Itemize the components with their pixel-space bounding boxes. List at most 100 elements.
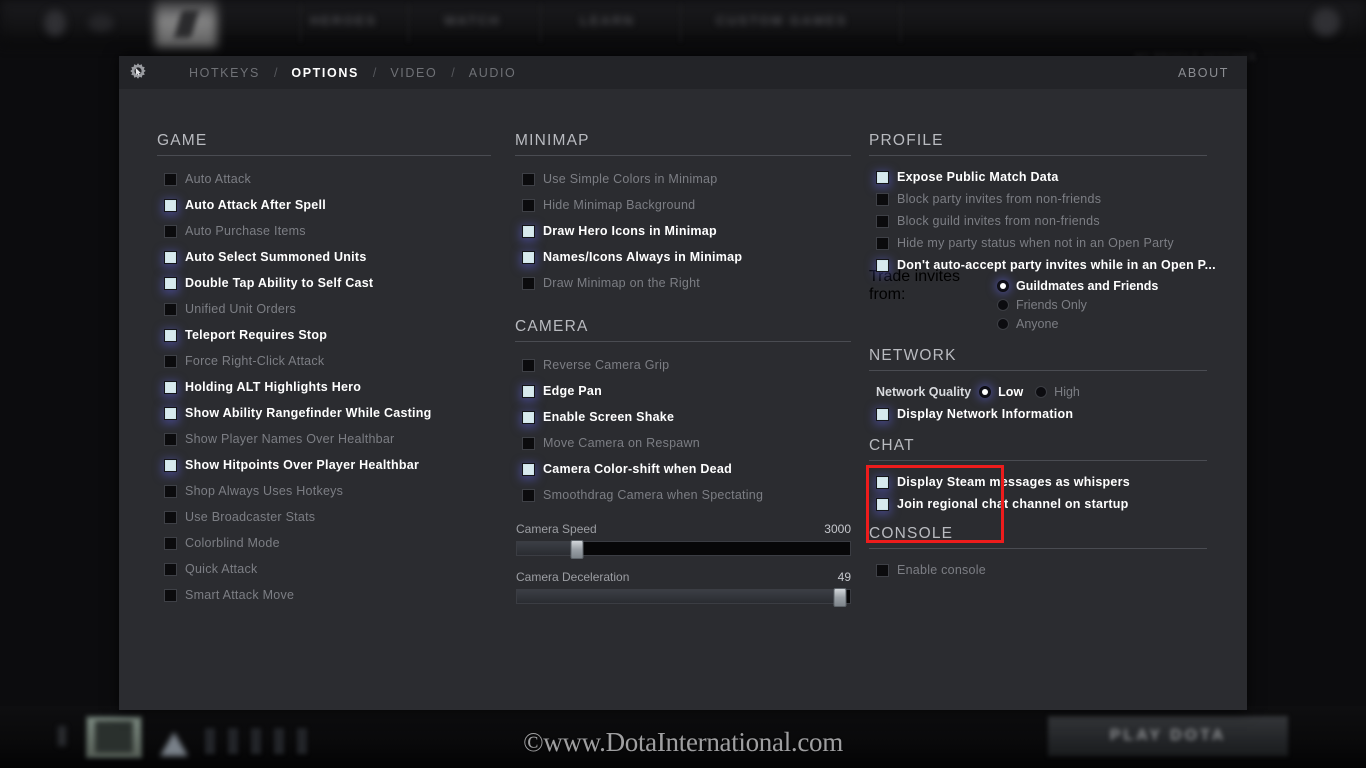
checkbox-hide-minimap-background[interactable]: Hide Minimap Background <box>515 192 851 218</box>
checkbox-use-broadcaster-stats[interactable]: Use Broadcaster Stats <box>157 504 491 530</box>
background-nav-custom-games[interactable]: CUSTOM GAMES <box>716 13 847 29</box>
checkbox-double-tap-self-cast[interactable]: Double Tap Ability to Self Cast <box>157 270 491 296</box>
radio-network-quality-high[interactable]: High <box>1035 385 1080 399</box>
tab-audio[interactable]: AUDIO <box>455 66 531 80</box>
checkbox-auto-attack-after-spell[interactable]: Auto Attack After Spell <box>157 192 491 218</box>
checkbox-display-steam-messages-as-whispers[interactable]: Display Steam messages as whispers <box>869 471 1207 493</box>
checkbox-shop-always-uses-hotkeys[interactable]: Shop Always Uses Hotkeys <box>157 478 491 504</box>
section-divider <box>515 155 851 156</box>
checkbox-box <box>164 380 177 394</box>
checkbox-label: Auto Select Summoned Units <box>185 250 367 264</box>
game-section-title: GAME <box>157 132 208 149</box>
checkbox-label: Use Broadcaster Stats <box>185 510 316 524</box>
checkbox-box <box>164 172 177 186</box>
slider-value: 49 <box>837 570 851 584</box>
checkbox-quick-attack[interactable]: Quick Attack <box>157 556 491 582</box>
background-nav-watch[interactable]: WATCH <box>444 13 501 29</box>
checkbox-box <box>164 588 177 602</box>
about-link[interactable]: ABOUT <box>1178 66 1229 80</box>
checkbox-box <box>876 407 889 421</box>
checkbox-label: Draw Hero Icons in Minimap <box>543 224 717 238</box>
checkbox-auto-select-summoned-units[interactable]: Auto Select Summoned Units <box>157 244 491 270</box>
checkbox-expose-public-match-data[interactable]: Expose Public Match Data <box>869 166 1207 188</box>
checkbox-colorblind-mode[interactable]: Colorblind Mode <box>157 530 491 556</box>
checkbox-teleport-requires-stop[interactable]: Teleport Requires Stop <box>157 322 491 348</box>
checkbox-reverse-camera-grip[interactable]: Reverse Camera Grip <box>515 352 851 378</box>
checkbox-label: Teleport Requires Stop <box>185 328 328 342</box>
slider-header: Camera Deceleration 49 <box>516 570 851 584</box>
checkbox-box <box>164 250 177 264</box>
site-watermark: ©www.DotaInternational.com <box>523 727 843 757</box>
checkbox-box <box>164 536 177 550</box>
checkbox-label: Block guild invites from non-friends <box>897 214 1100 228</box>
tab-video[interactable]: VIDEO <box>376 66 451 80</box>
slider-label: Camera Speed <box>516 522 597 536</box>
checkbox-draw-hero-icons-in-minimap[interactable]: Draw Hero Icons in Minimap <box>515 218 851 244</box>
checkbox-holding-alt-highlights-hero[interactable]: Holding ALT Highlights Hero <box>157 374 491 400</box>
radio-guildmates-and-friends[interactable]: Guildmates and Friends <box>997 279 1158 293</box>
slider-thumb[interactable] <box>570 540 584 559</box>
radio-anyone[interactable]: Anyone <box>997 317 1058 331</box>
checkbox-smoothdrag-camera-when-spectating[interactable]: Smoothdrag Camera when Spectating <box>515 482 851 508</box>
checkbox-hide-party-status[interactable]: Hide my party status when not in an Open… <box>869 232 1207 254</box>
checkbox-show-ability-rangefinder[interactable]: Show Ability Rangefinder While Casting <box>157 400 491 426</box>
checkbox-label: Camera Color-shift when Dead <box>543 462 732 476</box>
checkbox-edge-pan[interactable]: Edge Pan <box>515 378 851 404</box>
checkbox-label: Auto Attack After Spell <box>185 198 326 212</box>
background-nav-learn[interactable]: LEARN <box>580 13 635 29</box>
checkbox-show-hitpoints-over-player-healthbar[interactable]: Show Hitpoints Over Player Healthbar <box>157 452 491 478</box>
checkbox-auto-attack[interactable]: Auto Attack <box>157 166 491 192</box>
camera-speed-slider[interactable]: Camera Speed 3000 <box>515 522 851 559</box>
checkbox-enable-screen-shake[interactable]: Enable Screen Shake <box>515 404 851 430</box>
trade-invites-row-3: Anyone <box>869 314 1207 333</box>
checkbox-use-simple-colors-in-minimap[interactable]: Use Simple Colors in Minimap <box>515 166 851 192</box>
checkbox-label: Auto Purchase Items <box>185 224 306 238</box>
camera-deceleration-slider[interactable]: Camera Deceleration 49 <box>515 570 851 607</box>
gear-cursor-icon[interactable] <box>125 60 151 86</box>
checkbox-box <box>522 462 535 476</box>
checkbox-label: Quick Attack <box>185 562 258 576</box>
checkbox-enable-console[interactable]: Enable console <box>869 559 1207 581</box>
checkbox-smart-attack-move[interactable]: Smart Attack Move <box>157 582 491 608</box>
radio-box <box>997 298 1009 311</box>
checkbox-label: Reverse Camera Grip <box>543 358 670 372</box>
checkbox-block-party-invites[interactable]: Block party invites from non-friends <box>869 188 1207 210</box>
tab-hotkeys[interactable]: HOTKEYS <box>175 66 274 80</box>
checkbox-box <box>522 224 535 238</box>
checkbox-block-guild-invites[interactable]: Block guild invites from non-friends <box>869 210 1207 232</box>
checkbox-show-player-names-over-healthbar[interactable]: Show Player Names Over Healthbar <box>157 426 491 452</box>
slider-value: 3000 <box>824 522 851 536</box>
checkbox-auto-purchase-items[interactable]: Auto Purchase Items <box>157 218 491 244</box>
checkbox-camera-color-shift-when-dead[interactable]: Camera Color-shift when Dead <box>515 456 851 482</box>
checkbox-names-icons-always-in-minimap[interactable]: Names/Icons Always in Minimap <box>515 244 851 270</box>
checkbox-label: Display Steam messages as whispers <box>897 475 1130 489</box>
profile-section-title: PROFILE <box>869 132 944 149</box>
background-nav-divider <box>680 4 681 42</box>
camera-section-title: CAMERA <box>515 318 589 335</box>
checkbox-box <box>164 276 177 290</box>
checkbox-join-regional-chat-channel-on-startup[interactable]: Join regional chat channel on startup <box>869 493 1207 515</box>
network-quality-row: Network Quality Low High <box>869 381 1207 403</box>
checkbox-box <box>876 563 889 577</box>
checkbox-draw-minimap-on-the-right[interactable]: Draw Minimap on the Right <box>515 270 851 296</box>
tab-options[interactable]: OPTIONS <box>277 66 372 80</box>
checkbox-box <box>164 224 177 238</box>
slider-track[interactable] <box>516 540 851 559</box>
radio-box <box>997 317 1009 330</box>
radio-box <box>1035 386 1048 398</box>
section-divider <box>869 370 1207 371</box>
radio-friends-only[interactable]: Friends Only <box>997 298 1087 312</box>
slider-track[interactable] <box>516 588 851 607</box>
checkbox-display-network-information[interactable]: Display Network Information <box>869 403 1207 425</box>
checkbox-unified-unit-orders[interactable]: Unified Unit Orders <box>157 296 491 322</box>
checkbox-force-right-click-attack[interactable]: Force Right-Click Attack <box>157 348 491 374</box>
background-avatar[interactable] <box>1312 8 1340 36</box>
background-nav-heroes[interactable]: HEROES <box>310 13 377 29</box>
checkbox-label: Display Network Information <box>897 407 1074 421</box>
slider-fill <box>517 590 840 603</box>
radio-network-quality-low[interactable]: Low <box>979 385 1023 399</box>
checkbox-move-camera-on-respawn[interactable]: Move Camera on Respawn <box>515 430 851 456</box>
slider-thumb[interactable] <box>833 588 847 607</box>
radio-label: Friends Only <box>1016 297 1087 312</box>
